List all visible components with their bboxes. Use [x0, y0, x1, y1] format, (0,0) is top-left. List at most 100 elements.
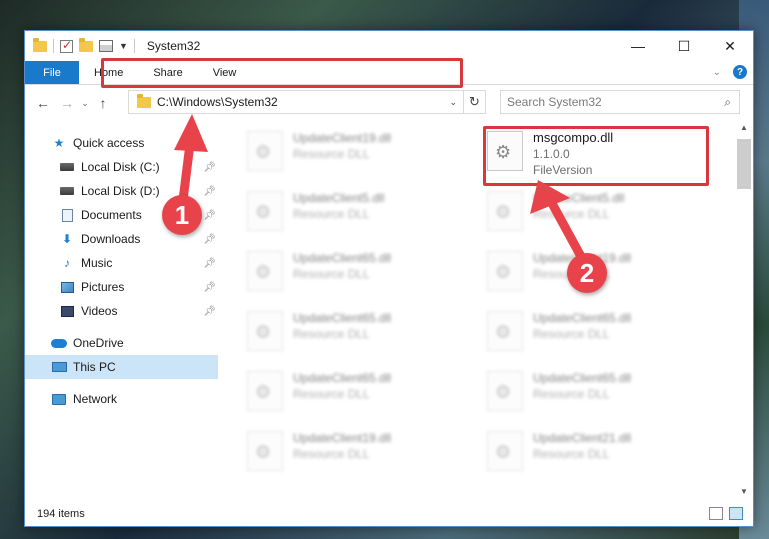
- music-icon: ♪: [64, 256, 70, 270]
- file-name: UpdateClient65.dll: [533, 311, 632, 325]
- back-arrow-icon[interactable]: ←: [31, 95, 55, 111]
- sidebar-item-onedrive[interactable]: OneDrive: [25, 331, 218, 355]
- pin-icon[interactable]: 📌︎: [203, 210, 216, 221]
- sidebar-item-label: Downloads: [81, 232, 141, 246]
- file-tile[interactable]: UpdateClient65.dll Resource DLL: [247, 309, 477, 361]
- pin-icon[interactable]: 📌︎: [203, 282, 216, 293]
- pin-icon[interactable]: 📌︎: [203, 234, 216, 245]
- window-controls: — ☐ ✕: [615, 31, 753, 61]
- customize-toolbar-dropdown-icon[interactable]: ▼: [119, 41, 128, 51]
- dll-file-icon: [247, 311, 283, 351]
- file-name: msgcompo.dll: [533, 130, 614, 145]
- drive-icon: [59, 160, 75, 174]
- file-list: UpdateClient19.dll Resource DLL UpdateCli…: [225, 123, 735, 503]
- file-description: Resource DLL: [533, 327, 610, 341]
- file-tile[interactable]: UpdateClient65.dll Resource DLL: [487, 309, 717, 361]
- tab-share[interactable]: Share: [138, 61, 197, 84]
- sidebar-item-label: This PC: [73, 360, 116, 374]
- callout-1: 1: [162, 195, 202, 235]
- drive-icon: [59, 184, 75, 198]
- sidebar-item-local-disk-c[interactable]: Local Disk (C:) 📌︎: [25, 155, 218, 179]
- properties-check-icon[interactable]: [60, 38, 73, 53]
- pin-icon[interactable]: 📌︎: [203, 186, 216, 197]
- file-tile[interactable]: UpdateClient21.dll Resource DLL: [487, 429, 717, 481]
- title-bar: ▼ System32 — ☐ ✕: [25, 31, 753, 61]
- properties-icon[interactable]: [99, 40, 113, 52]
- tab-view[interactable]: View: [198, 61, 252, 84]
- new-folder-icon[interactable]: [79, 37, 93, 52]
- file-name: UpdateClient19.dll: [293, 431, 392, 445]
- file-description: Resource DLL: [293, 447, 370, 461]
- sidebar-item-quick-access[interactable]: ★ Quick access: [25, 131, 218, 155]
- ribbon-tabs: File Home Share View ⌄ ?: [25, 61, 753, 85]
- scroll-up-arrow-icon[interactable]: ▲: [735, 123, 753, 139]
- sidebar-item-this-pc[interactable]: This PC: [25, 355, 218, 379]
- file-tile[interactable]: UpdateClient19.dll Resource DLL: [247, 129, 477, 181]
- quick-access-toolbar: ▼: [33, 37, 135, 53]
- file-name: UpdateClient5.dll: [533, 191, 625, 205]
- tiles-view-icon[interactable]: [729, 507, 743, 520]
- help-icon[interactable]: ?: [733, 65, 747, 79]
- sidebar-item-pictures[interactable]: Pictures 📌︎: [25, 275, 218, 299]
- search-box[interactable]: ⌕: [500, 90, 740, 114]
- up-arrow-icon[interactable]: ↑: [91, 95, 115, 111]
- details-view-icon[interactable]: [709, 507, 723, 520]
- sidebar-item-videos[interactable]: Videos 📌︎: [25, 299, 218, 323]
- cloud-icon: [51, 336, 67, 350]
- file-tile[interactable]: UpdateClient5.dll Resource DLL: [487, 189, 717, 241]
- address-bar[interactable]: C:\Windows\System32 ⌄: [128, 90, 464, 114]
- file-name: UpdateClient21.dll: [533, 431, 632, 445]
- search-input[interactable]: [507, 95, 707, 109]
- minimize-button[interactable]: —: [615, 31, 661, 61]
- file-name: UpdateClient65.dll: [533, 371, 632, 385]
- file-tile[interactable]: UpdateClient5.dll Resource DLL: [247, 189, 477, 241]
- dll-file-icon: [487, 371, 523, 411]
- dll-file-icon: [487, 431, 523, 471]
- close-button[interactable]: ✕: [707, 31, 753, 61]
- downloads-icon: ⬇: [61, 232, 73, 246]
- sidebar-item-label: Network: [73, 392, 118, 406]
- maximize-button[interactable]: ☐: [661, 31, 707, 61]
- file-tile[interactable]: UpdateClient65.dll Resource DLL: [247, 249, 477, 301]
- window-title: System32: [146, 39, 201, 53]
- folder-icon: [137, 93, 151, 108]
- dll-file-icon: [487, 191, 523, 231]
- file-name: UpdateClient65.dll: [293, 371, 392, 385]
- expand-ribbon-chevron-icon[interactable]: ⌄: [713, 67, 721, 78]
- file-description: Resource DLL: [293, 267, 370, 281]
- search-icon: ⌕: [724, 95, 731, 109]
- file-tile[interactable]: UpdateClient65.dll Resource DLL: [487, 369, 717, 421]
- dll-file-icon: [247, 431, 283, 471]
- pin-icon[interactable]: 📌︎: [203, 306, 216, 317]
- file-explorer-window: ▼ System32 — ☐ ✕ File Home Share View ⌄ …: [24, 30, 754, 527]
- sidebar-item-label: Local Disk (D:): [81, 184, 160, 198]
- vertical-scrollbar[interactable]: ▲ ▼: [735, 123, 753, 503]
- tab-home[interactable]: Home: [79, 61, 138, 84]
- recent-locations-dropdown-icon[interactable]: ⌄: [79, 98, 91, 109]
- forward-arrow-icon[interactable]: →: [55, 95, 79, 111]
- file-tile[interactable]: UpdateClient65.dll Resource DLL: [247, 369, 477, 421]
- file-name: UpdateClient65.dll: [293, 311, 392, 325]
- scroll-down-arrow-icon[interactable]: ▼: [735, 487, 753, 503]
- pin-icon[interactable]: 📌︎: [203, 258, 216, 269]
- tab-file[interactable]: File: [25, 61, 79, 84]
- sidebar-item-music[interactable]: ♪ Music 📌︎: [25, 251, 218, 275]
- status-bar: 194 items: [25, 502, 753, 526]
- navigation-bar: ← → ⌄ ↑ C:\Windows\System32 ⌄ ↻ ⌕: [25, 86, 753, 120]
- dll-file-icon: [487, 131, 523, 171]
- refresh-button[interactable]: ↻: [464, 90, 486, 114]
- network-icon: [51, 392, 67, 406]
- file-description: Resource DLL: [293, 147, 370, 161]
- file-tile[interactable]: UpdateClient19.dll Resource DLL: [247, 429, 477, 481]
- file-description: Resource DLL: [533, 387, 610, 401]
- sidebar-item-network[interactable]: Network: [25, 387, 218, 411]
- pin-icon[interactable]: 📌︎: [203, 162, 216, 173]
- star-icon: ★: [53, 136, 65, 150]
- scrollbar-thumb[interactable]: [737, 139, 751, 189]
- divider: [53, 39, 54, 53]
- sidebar-item-label: Pictures: [81, 280, 125, 294]
- file-description: Resource DLL: [293, 387, 370, 401]
- file-name: UpdateClient19.dll: [293, 131, 392, 145]
- address-dropdown-icon[interactable]: ⌄: [449, 97, 457, 108]
- file-tile-msgcompo[interactable]: msgcompo.dll 1.1.0.0 FileVersion: [487, 129, 717, 181]
